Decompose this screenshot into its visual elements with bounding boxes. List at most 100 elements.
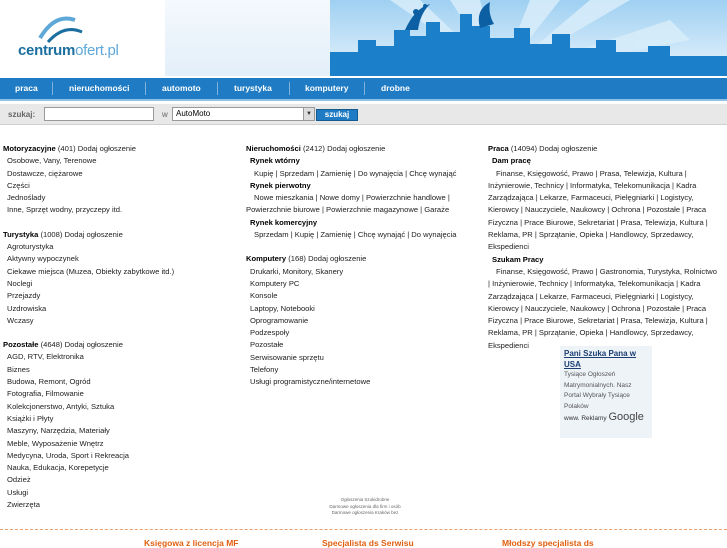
category-link[interactable]: Usługi bbox=[3, 487, 174, 499]
subcategory-links[interactable]: Finanse, Księgowość, Prawo | Gastronomia… bbox=[488, 266, 720, 352]
footer-text: Ogłoszenia Szukidrobne Darmowe ogłoszeni… bbox=[320, 497, 410, 517]
nav-turystyka[interactable]: turystyka bbox=[234, 78, 272, 99]
add-listing-link[interactable]: Dodaj ogłoszenie bbox=[539, 144, 597, 153]
subsection-title[interactable]: Szukam Pracy bbox=[488, 254, 720, 266]
category-link[interactable]: Laptopy, Notebooki bbox=[246, 303, 456, 315]
add-listing-link[interactable]: Dodaj ogłoszenie bbox=[78, 144, 136, 153]
category-link[interactable]: Książki i Płyty bbox=[3, 413, 174, 425]
category-link[interactable]: Oprogramowanie bbox=[246, 315, 456, 327]
category-link[interactable]: Drukarki, Monitory, Skanery bbox=[246, 266, 456, 278]
section-title-link[interactable]: Turystyka bbox=[3, 230, 38, 239]
category-link[interactable]: Kolekcjonerstwo, Antyki, Sztuka bbox=[3, 401, 174, 413]
section-header: Pozostałe (4648) Dodaj ogłoszenie bbox=[3, 339, 174, 351]
category-link[interactable]: Osobowe, Vany, Terenowe bbox=[3, 155, 174, 167]
ad-footer: www. Reklamy Google bbox=[560, 412, 652, 425]
category-link[interactable]: Odzież bbox=[3, 474, 174, 486]
category-link[interactable]: Jednoślady bbox=[3, 192, 174, 204]
section-title-link[interactable]: Nieruchomości bbox=[246, 144, 301, 153]
google-ad-box: Pani Szuka Pana w USA Tysiące Ogłoszeń M… bbox=[560, 346, 652, 438]
footer-divider bbox=[0, 529, 727, 530]
category-link[interactable]: Budowa, Remont, Ogród bbox=[3, 376, 174, 388]
subsection-title[interactable]: Rynek wtórny bbox=[246, 155, 456, 167]
category-link[interactable]: Meble, Wyposażenie Wnętrz bbox=[3, 438, 174, 450]
search-label: szukaj: bbox=[8, 110, 36, 119]
section-title-link[interactable]: Praca bbox=[488, 144, 509, 153]
category-link[interactable]: Medycyna, Uroda, Sport i Rekreacja bbox=[3, 450, 174, 462]
category-link[interactable]: Nauka, Edukacja, Korepetycje bbox=[3, 462, 174, 474]
section-count: (14094) bbox=[510, 144, 538, 153]
category-select[interactable]: AutoMoto ▼ bbox=[172, 107, 315, 121]
section-title-link[interactable]: Pozostałe bbox=[3, 340, 38, 349]
category-link[interactable]: Dostawcze, ciężarowe bbox=[3, 168, 174, 180]
subcategory-links[interactable]: Finanse, Księgowość, Prawo | Prasa, Tele… bbox=[488, 168, 720, 254]
category-column-2: Nieruchomości (2412) Dodaj ogłoszenie Ry… bbox=[246, 143, 456, 401]
section-motoryzacyjne: Motoryzacyjne (401) Dodaj ogłoszenie Oso… bbox=[3, 143, 174, 217]
ad-reklamy-label[interactable]: Reklamy bbox=[581, 415, 606, 422]
add-listing-link[interactable]: Dodaj ogłoszenie bbox=[65, 230, 123, 239]
nav-divider bbox=[289, 82, 290, 95]
category-link[interactable]: Fotografia, Filmowanie bbox=[3, 388, 174, 400]
subcategory-links[interactable]: Kupię | Sprzedam | Zamienię | Do wynajęc… bbox=[246, 168, 456, 180]
category-link[interactable]: Konsole bbox=[246, 290, 456, 302]
job-offer-link[interactable]: Specjalista ds Serwisu bbox=[322, 538, 414, 548]
section-title-link[interactable]: Motoryzacyjne bbox=[3, 144, 56, 153]
subcategory-links[interactable]: Powierzchnie biurowe | Powierzchnie maga… bbox=[246, 204, 456, 216]
job-offer-link[interactable]: Księgowa z licencja MF bbox=[144, 538, 238, 548]
nav-automoto[interactable]: automoto bbox=[162, 78, 201, 99]
category-link[interactable]: Noclegi bbox=[3, 278, 174, 290]
category-link[interactable]: Usługi programistyczne/internetowe bbox=[246, 376, 456, 388]
subsection-title[interactable]: Rynek komercyjny bbox=[246, 217, 456, 229]
category-column-1: Motoryzacyjne (401) Dodaj ogłoszenie Oso… bbox=[3, 143, 174, 523]
nav-praca[interactable]: praca bbox=[15, 78, 38, 99]
logo-text: centrumofert.pl bbox=[18, 42, 119, 59]
category-link[interactable]: AGD, RTV, Elektronika bbox=[3, 351, 174, 363]
section-turystyka: Turystyka (1008) Dodaj ogłoszenie Agrotu… bbox=[3, 229, 174, 327]
subsection-title[interactable]: Rynek pierwotny bbox=[246, 180, 456, 192]
main-nav: praca nieruchomości automoto turystyka k… bbox=[0, 78, 727, 101]
nav-nieruchomosci[interactable]: nieruchomości bbox=[69, 78, 129, 99]
category-link[interactable]: Telefony bbox=[246, 364, 456, 376]
section-komputery: Komputery (168) Dodaj ogłoszenie Drukark… bbox=[246, 253, 456, 388]
category-link[interactable]: Wczasy bbox=[3, 315, 174, 327]
add-listing-link[interactable]: Dodaj ogłoszenie bbox=[65, 340, 123, 349]
category-link[interactable]: Aktywny wypoczynek bbox=[3, 253, 174, 265]
category-link[interactable]: Przejazdy bbox=[3, 290, 174, 302]
search-input[interactable] bbox=[44, 107, 154, 121]
category-link[interactable]: Pozostałe bbox=[246, 339, 456, 351]
category-link[interactable]: Ciekawe miejsca (Muzea, Obiekty zabytkow… bbox=[3, 266, 174, 278]
subcategory-links[interactable]: Sprzedam | Kupię | Zamienię | Chcę wynaj… bbox=[246, 229, 456, 241]
add-listing-link[interactable]: Dodaj ogłoszenie bbox=[308, 254, 366, 263]
section-praca: Praca (14094) Dodaj ogłoszenie Dam pracę… bbox=[488, 143, 720, 352]
footer-line[interactable]: Darmowe ogłoszenia Kraków bez bbox=[320, 510, 410, 517]
category-link[interactable]: Komputery PC bbox=[246, 278, 456, 290]
logo[interactable]: centrumofert.pl bbox=[0, 0, 165, 76]
subsection-title[interactable]: Dam pracę bbox=[488, 155, 720, 167]
search-button[interactable]: szukaj bbox=[316, 109, 358, 121]
section-count: (168) bbox=[288, 254, 306, 264]
category-link[interactable]: Zwierzęta bbox=[3, 499, 174, 511]
category-link[interactable]: Części bbox=[3, 180, 174, 192]
category-link[interactable]: Agroturystyka bbox=[3, 241, 174, 253]
subcategory-links[interactable]: Nowe mieszkania | Nowe domy | Powierzchn… bbox=[246, 192, 456, 204]
google-logo: Google bbox=[608, 411, 644, 423]
job-offer-link[interactable]: Młodszy specjalista ds bbox=[502, 538, 594, 548]
nav-komputery[interactable]: komputery bbox=[305, 78, 348, 99]
search-bar: szukaj: w AutoMoto ▼ szukaj bbox=[0, 104, 727, 125]
add-listing-link[interactable]: Dodaj ogłoszenie bbox=[327, 144, 385, 153]
category-link[interactable]: Podzespoły bbox=[246, 327, 456, 339]
section-header: Komputery (168) Dodaj ogłoszenie bbox=[246, 253, 456, 265]
category-link[interactable]: Serwisowanie sprzętu bbox=[246, 352, 456, 364]
section-count: (1008) bbox=[40, 229, 63, 239]
chevron-down-icon[interactable]: ▼ bbox=[303, 108, 314, 120]
nav-divider bbox=[52, 82, 53, 95]
section-title-link[interactable]: Komputery bbox=[246, 254, 286, 263]
nav-drobne[interactable]: drobne bbox=[381, 78, 410, 99]
category-link[interactable]: Inne, Sprzęt wodny, przyczepy itd. bbox=[3, 204, 174, 216]
nav-divider bbox=[217, 82, 218, 95]
ad-url[interactable]: www. bbox=[564, 415, 580, 422]
logo-text-light: ofert.pl bbox=[75, 42, 119, 59]
category-link[interactable]: Maszyny, Narzędzia, Materiały bbox=[3, 425, 174, 437]
category-link[interactable]: Uzdrowiska bbox=[3, 303, 174, 315]
category-link[interactable]: Biznes bbox=[3, 364, 174, 376]
ad-title-link[interactable]: Pani Szuka Pana w USA bbox=[560, 346, 652, 370]
